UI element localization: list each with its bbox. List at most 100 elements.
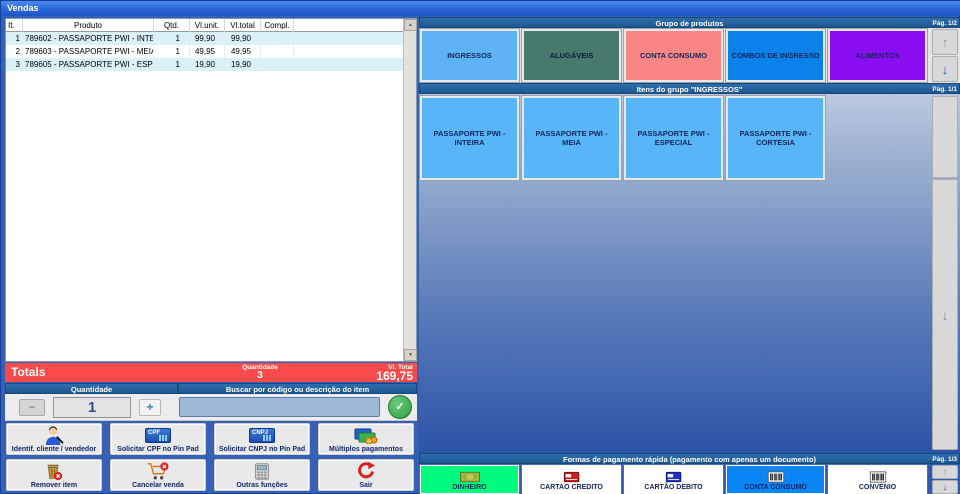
table-header-row: It. Produto Qtd. Vl.unit. Vl.total Compl… xyxy=(6,19,416,32)
search-input[interactable] xyxy=(179,397,380,417)
cancel-sale-button[interactable]: Cancelar venda xyxy=(110,459,206,491)
request-cpf-pinpad-button[interactable]: CPF Solicitar CPF no Pin Pad xyxy=(110,423,206,455)
payment-button-conta-consumo[interactable]: CONTA CONSUMO xyxy=(726,465,825,494)
title-bar: Vendas xyxy=(1,1,960,16)
button-label: Solicitar CPF no Pin Pad xyxy=(117,446,199,453)
col-header-it: It. xyxy=(6,19,23,32)
group-items-header: Itens do grupo "INGRESSOS" Pág. 1/1 xyxy=(419,83,960,94)
cancel-sale-icon xyxy=(146,460,170,482)
up-arrow-icon: ↑ xyxy=(943,467,948,478)
groups-scroll-down-button[interactable]: ↓ xyxy=(932,56,958,82)
group-button-conta-consumo[interactable]: CONTA CONSUMO xyxy=(624,29,723,82)
scroll-up-icon[interactable]: ▲ xyxy=(404,19,417,31)
group-button-ingressos[interactable]: INGRESSOS xyxy=(420,29,519,82)
remove-item-button[interactable]: Remover item xyxy=(6,459,102,491)
payment-label: CONTA CONSUMO xyxy=(744,484,807,491)
items-scroll-down-button[interactable]: ↓ xyxy=(932,179,958,450)
cell-qtd: 1 xyxy=(154,32,190,45)
cell-produto: 789602 - PASSAPORTE PWI - INTEIRA xyxy=(23,32,154,45)
other-functions-button[interactable]: Outras funções xyxy=(214,459,310,491)
scroll-down-icon[interactable]: ▼ xyxy=(404,349,417,361)
table-scrollbar[interactable]: ▲ ▼ xyxy=(403,19,416,361)
item-button-passaporte-inteira[interactable]: PASSAPORTE PWI - INTEIRA xyxy=(420,96,519,180)
totals-bar: Totals Quantidade 3 Vl. Total 169,75 xyxy=(5,363,417,382)
exit-button[interactable]: Sair xyxy=(318,459,414,491)
button-label: Outras funções xyxy=(236,482,287,489)
other-functions-icon xyxy=(252,460,272,482)
payments-scroll-up-button[interactable]: ↑ xyxy=(932,465,958,479)
group-button-combos-de-ingresso[interactable]: COMBOS DE INGRESSO xyxy=(726,29,825,82)
cell-compl xyxy=(261,58,294,71)
check-icon: ✓ xyxy=(395,401,404,413)
cell-it: 2 xyxy=(6,45,23,58)
button-label: Remover item xyxy=(31,482,77,489)
payment-label: CARTÃO DEBITO xyxy=(644,484,702,491)
person-search-icon xyxy=(42,424,66,446)
cpf-card-icon: CPF xyxy=(145,424,171,446)
barcode-icon xyxy=(767,471,785,483)
table-row[interactable]: 2 789603 - PASSAPORTE PWI - MEIA 1 49,95… xyxy=(6,45,416,58)
request-cnpj-pinpad-button[interactable]: CNPJ Solicitar CNPJ no Pin Pad xyxy=(214,423,310,455)
cell-vl-unit: 49,95 xyxy=(190,45,225,58)
quantity-value: 1 xyxy=(53,397,131,418)
col-header-produto: Produto xyxy=(23,19,154,32)
search-section-header: Buscar por código ou descrição do item xyxy=(178,383,417,394)
totals-label: Totals xyxy=(11,365,45,379)
cell-it: 1 xyxy=(6,32,23,45)
sale-items-table: It. Produto Qtd. Vl.unit. Vl.total Compl… xyxy=(5,18,417,362)
cell-it: 3 xyxy=(6,58,23,71)
payments-scroll-down-button[interactable]: ↓ xyxy=(932,480,958,494)
payment-button-dinheiro[interactable]: DINHEIRO xyxy=(420,465,519,494)
table-row[interactable]: 3 789605 - PASSAPORTE PWI - ESPECIAL 1 1… xyxy=(6,58,416,71)
up-arrow-icon: ↑ xyxy=(942,35,949,50)
multiple-payments-button[interactable]: Múltiplos pagamentos xyxy=(318,423,414,455)
down-arrow-icon: ↓ xyxy=(943,482,948,493)
payment-label: DINHEIRO xyxy=(452,484,486,491)
item-button-passaporte-meia[interactable]: PASSAPORTE PWI - MEIA xyxy=(522,96,621,180)
down-arrow-icon: ↓ xyxy=(942,307,949,323)
item-button-passaporte-especial[interactable]: PASSAPORTE PWI - ESPECIAL xyxy=(624,96,723,180)
payment-label: CARTAO CREDITO xyxy=(540,484,603,491)
cell-compl xyxy=(261,32,294,45)
group-button-alimentos[interactable]: ALIMENTOS xyxy=(828,29,927,82)
cell-produto: 789605 - PASSAPORTE PWI - ESPECIAL xyxy=(23,58,154,71)
totals-value: 169,75 xyxy=(376,369,413,383)
cell-vl-unit: 99,90 xyxy=(190,32,225,45)
table-row[interactable]: 1 789602 - PASSAPORTE PWI - INTEIRA 1 99… xyxy=(6,32,416,45)
payment-button-convenio[interactable]: CONVENIO xyxy=(828,465,927,494)
button-label: Solicitar CNPJ no Pin Pad xyxy=(219,446,305,453)
payment-label: CONVENIO xyxy=(859,484,896,491)
quantity-plus-button[interactable]: + xyxy=(139,399,161,416)
groups-scroll-up-button[interactable]: ↑ xyxy=(932,29,958,55)
cell-compl xyxy=(261,45,294,58)
col-header-qtd: Qtd. xyxy=(154,19,190,32)
credit-card-icon xyxy=(563,471,581,483)
payment-button-cartao-debito[interactable]: CARTÃO DEBITO xyxy=(624,465,723,494)
cell-vl-total: 99,90 xyxy=(225,32,261,45)
cell-produto: 789603 - PASSAPORTE PWI - MEIA xyxy=(23,45,154,58)
payment-button-cartao-credito[interactable]: CARTAO CREDITO xyxy=(522,465,621,494)
remove-item-icon xyxy=(43,460,65,482)
button-label: Múltiplos pagamentos xyxy=(329,446,403,453)
barcode-icon xyxy=(869,471,887,483)
button-label: Sair xyxy=(359,482,372,489)
button-label: Cancelar venda xyxy=(132,482,184,489)
items-scroll-up-button[interactable] xyxy=(932,96,958,178)
cell-vl-total: 49,95 xyxy=(225,45,261,58)
cell-vl-unit: 19,90 xyxy=(190,58,225,71)
quantity-minus-button[interactable]: − xyxy=(19,399,45,416)
group-button-alugaveis[interactable]: ALUGÁVEIS xyxy=(522,29,621,82)
totals-quantity-value: 3 xyxy=(205,370,315,381)
window-title: Vendas xyxy=(7,3,39,13)
cell-qtd: 1 xyxy=(154,45,190,58)
payment-methods-header: Formas de pagamento rápida (pagamento co… xyxy=(419,453,960,464)
down-arrow-icon: ↓ xyxy=(942,62,949,77)
search-confirm-button[interactable]: ✓ xyxy=(388,395,412,419)
identify-customer-button[interactable]: Identif. cliente / vendedor xyxy=(6,423,102,455)
quantity-section-header: Quantidade xyxy=(5,383,178,394)
col-header-vl-unit: Vl.unit. xyxy=(190,19,225,32)
multiple-payments-icon xyxy=(353,424,379,446)
money-icon xyxy=(459,471,481,483)
item-button-passaporte-cortesia[interactable]: PASSAPORTE PWI - CORTESIA xyxy=(726,96,825,180)
cell-qtd: 1 xyxy=(154,58,190,71)
